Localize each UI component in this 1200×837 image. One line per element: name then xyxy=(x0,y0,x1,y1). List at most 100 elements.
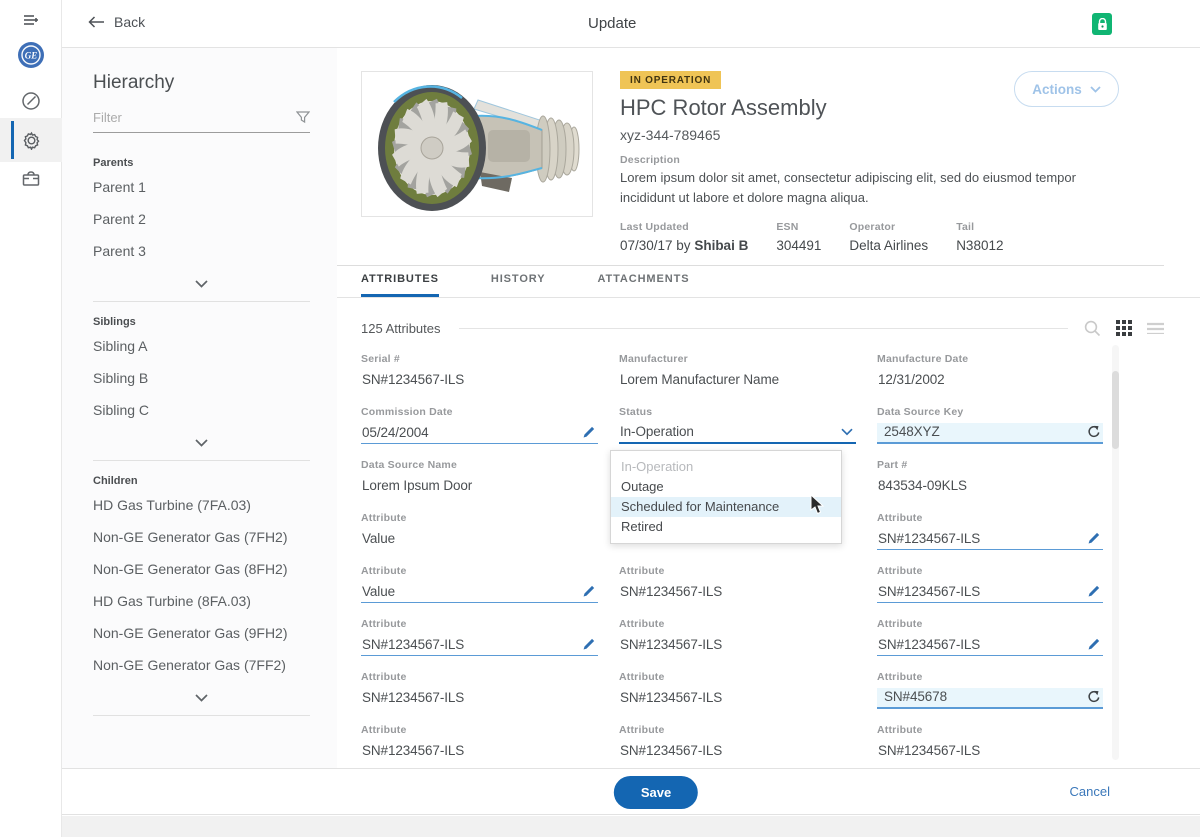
attribute-field: AttributeSN#1234567-ILS xyxy=(619,618,856,671)
attribute-field-value[interactable]: SN#1234567-ILS xyxy=(878,584,980,599)
scrollbar-thumb[interactable] xyxy=(1112,371,1119,449)
sidebar-item-non-ge-generator-gas-7ff2-[interactable]: Non-GE Generator Gas (7FF2) xyxy=(93,657,310,673)
attribute-field-value-row: SN#1234567-ILS xyxy=(877,529,1103,550)
attribute-field-value-row: SN#1234567-ILS xyxy=(877,582,1103,603)
chevron-down-icon xyxy=(195,439,208,447)
attribute-field-label: Commission Date xyxy=(361,406,598,418)
description-text: Lorem ipsum dolor sit amet, consectetur … xyxy=(620,168,1100,208)
attribute-field-value[interactable]: SN#1234567-ILS xyxy=(362,637,464,652)
attribute-field-value-row: Value xyxy=(361,582,598,603)
chevron-down-icon[interactable] xyxy=(841,428,853,436)
filter-input[interactable] xyxy=(93,110,273,125)
section-divider xyxy=(93,715,310,716)
attribute-field-value[interactable]: SN#1234567-ILS xyxy=(878,531,980,546)
cancel-link[interactable]: Cancel xyxy=(1070,784,1110,799)
attribute-field-value[interactable]: 2548XYZ xyxy=(884,424,940,439)
attributes-scrollbar[interactable] xyxy=(1112,345,1119,760)
attribute-field[interactable]: AttributeValue xyxy=(361,565,598,618)
attribute-field[interactable]: AttributeSN#1234567-ILS xyxy=(361,618,598,671)
expand-children-button[interactable] xyxy=(93,689,310,715)
dropdown-option-in-operation[interactable]: In-Operation xyxy=(611,457,841,477)
attribute-field-label: Attribute xyxy=(877,565,1103,577)
attribute-field-value[interactable]: SN#1234567-ILS xyxy=(878,637,980,652)
dropdown-option-outage[interactable]: Outage xyxy=(611,477,841,497)
attribute-field: Manufacture Date12/31/2002 xyxy=(877,353,1103,406)
edit-pencil-icon[interactable] xyxy=(1087,585,1100,598)
svg-text:GE: GE xyxy=(25,51,38,61)
tab-attributes[interactable]: ATTRIBUTES xyxy=(361,273,439,297)
back-button[interactable]: Back xyxy=(88,14,145,30)
expand-parents-button[interactable] xyxy=(93,275,310,301)
mouse-cursor xyxy=(810,495,825,515)
grid-view-icon[interactable] xyxy=(1116,320,1132,336)
sidebar-item-parent-1[interactable]: Parent 1 xyxy=(93,179,310,195)
sidebar-item-sibling-a[interactable]: Sibling A xyxy=(93,338,310,354)
meta-column: TailN38012 xyxy=(956,221,1003,253)
attribute-field[interactable]: AttributeSN#1234567-ILS xyxy=(877,512,1103,565)
dropdown-option-scheduled-for-maintenance[interactable]: Scheduled for Maintenance xyxy=(611,497,841,517)
sidebar-item-non-ge-generator-gas-8fh2-[interactable]: Non-GE Generator Gas (8FH2) xyxy=(93,561,310,577)
tab-attachments[interactable]: ATTACHMENTS xyxy=(597,273,689,297)
attribute-field[interactable]: Data Source Key 2548XYZ xyxy=(877,406,1103,459)
funnel-filter-icon[interactable] xyxy=(296,111,310,124)
save-button[interactable]: Save xyxy=(614,776,698,809)
attribute-field-value: SN#1234567-ILS xyxy=(362,372,464,387)
meta-column: OperatorDelta Airlines xyxy=(849,221,928,253)
attribute-field-label: Manufacture Date xyxy=(877,353,1103,365)
edit-pencil-icon[interactable] xyxy=(582,426,595,439)
status-badge: IN OPERATION xyxy=(620,71,721,89)
attribute-field-value[interactable]: In-Operation xyxy=(620,424,694,439)
sidebar-item-parent-3[interactable]: Parent 3 xyxy=(93,243,310,259)
asset-image xyxy=(361,71,593,217)
expand-siblings-button[interactable] xyxy=(93,434,310,460)
dropdown-option-retired[interactable]: Retired xyxy=(611,517,841,537)
undo-icon[interactable] xyxy=(1087,425,1100,438)
assets-nav-button[interactable] xyxy=(0,156,62,200)
attribute-field-value-row: Lorem Manufacturer Name xyxy=(619,370,856,391)
attribute-field[interactable]: AttributeSN#1234567-ILS xyxy=(877,618,1103,671)
attribute-field-value[interactable]: SN#45678 xyxy=(884,689,947,704)
edit-pencil-icon[interactable] xyxy=(1087,532,1100,545)
description-label: Description xyxy=(620,154,680,166)
actions-label: Actions xyxy=(1032,82,1082,97)
page-title: Update xyxy=(588,15,636,32)
actions-button[interactable]: Actions xyxy=(1014,71,1119,107)
sidebar-item-sibling-b[interactable]: Sibling B xyxy=(93,370,310,386)
attribute-field-label: Data Source Key xyxy=(877,406,1103,418)
section-label: Siblings xyxy=(93,316,310,328)
list-view-icon[interactable] xyxy=(1147,322,1164,334)
attribute-field-value[interactable]: 05/24/2004 xyxy=(362,425,429,440)
lock-button[interactable] xyxy=(1092,13,1112,35)
sidebar-item-hd-gas-turbine-8fa-03-[interactable]: HD Gas Turbine (8FA.03) xyxy=(93,593,310,609)
sidebar-item-non-ge-generator-gas-7fh2-[interactable]: Non-GE Generator Gas (7FH2) xyxy=(93,529,310,545)
edit-pencil-icon[interactable] xyxy=(582,638,595,651)
attribute-field-value-row: SN#1234567-ILS xyxy=(361,741,598,762)
ge-logo-button[interactable]: GE xyxy=(0,33,62,77)
search-icon[interactable] xyxy=(1084,320,1101,337)
attribute-field-value[interactable]: Value xyxy=(362,584,395,599)
edit-pencil-icon[interactable] xyxy=(582,585,595,598)
sidebar-item-parent-2[interactable]: Parent 2 xyxy=(93,211,310,227)
attribute-field-label: Manufacturer xyxy=(619,353,856,365)
tab-history[interactable]: HISTORY xyxy=(491,273,546,297)
dashboard-nav-button[interactable] xyxy=(0,79,62,123)
attributes-header: 125 Attributes xyxy=(361,314,1164,342)
undo-icon[interactable] xyxy=(1087,690,1100,703)
sidebar-item-non-ge-generator-gas-9fh2-[interactable]: Non-GE Generator Gas (9FH2) xyxy=(93,625,310,641)
attribute-field[interactable]: Commission Date 05/24/2004 xyxy=(361,406,598,459)
attribute-field: Part #843534-09KLS xyxy=(877,459,1103,512)
filter-row xyxy=(93,110,310,133)
attribute-field-value: SN#1234567-ILS xyxy=(620,637,722,652)
sidebar-item-hd-gas-turbine-7fa-03-[interactable]: HD Gas Turbine (7FA.03) xyxy=(93,497,310,513)
attribute-field: Serial #SN#1234567-ILS xyxy=(361,353,598,406)
back-label: Back xyxy=(114,14,145,30)
nav-menu-icon xyxy=(21,13,41,31)
attribute-field[interactable]: AttributeSN#45678 xyxy=(877,671,1103,724)
attribute-field-value-row: SN#1234567-ILS xyxy=(361,635,598,656)
attribute-field[interactable]: Attribute SN#1234567-ILS xyxy=(877,565,1103,618)
status-dropdown: In-OperationOutageScheduled for Maintena… xyxy=(610,450,842,544)
sidebar-item-sibling-c[interactable]: Sibling C xyxy=(93,402,310,418)
attribute-field-value-row: SN#1234567-ILS xyxy=(877,635,1103,656)
edit-pencil-icon[interactable] xyxy=(1087,638,1100,651)
attribute-field-value: SN#1234567-ILS xyxy=(620,690,722,705)
